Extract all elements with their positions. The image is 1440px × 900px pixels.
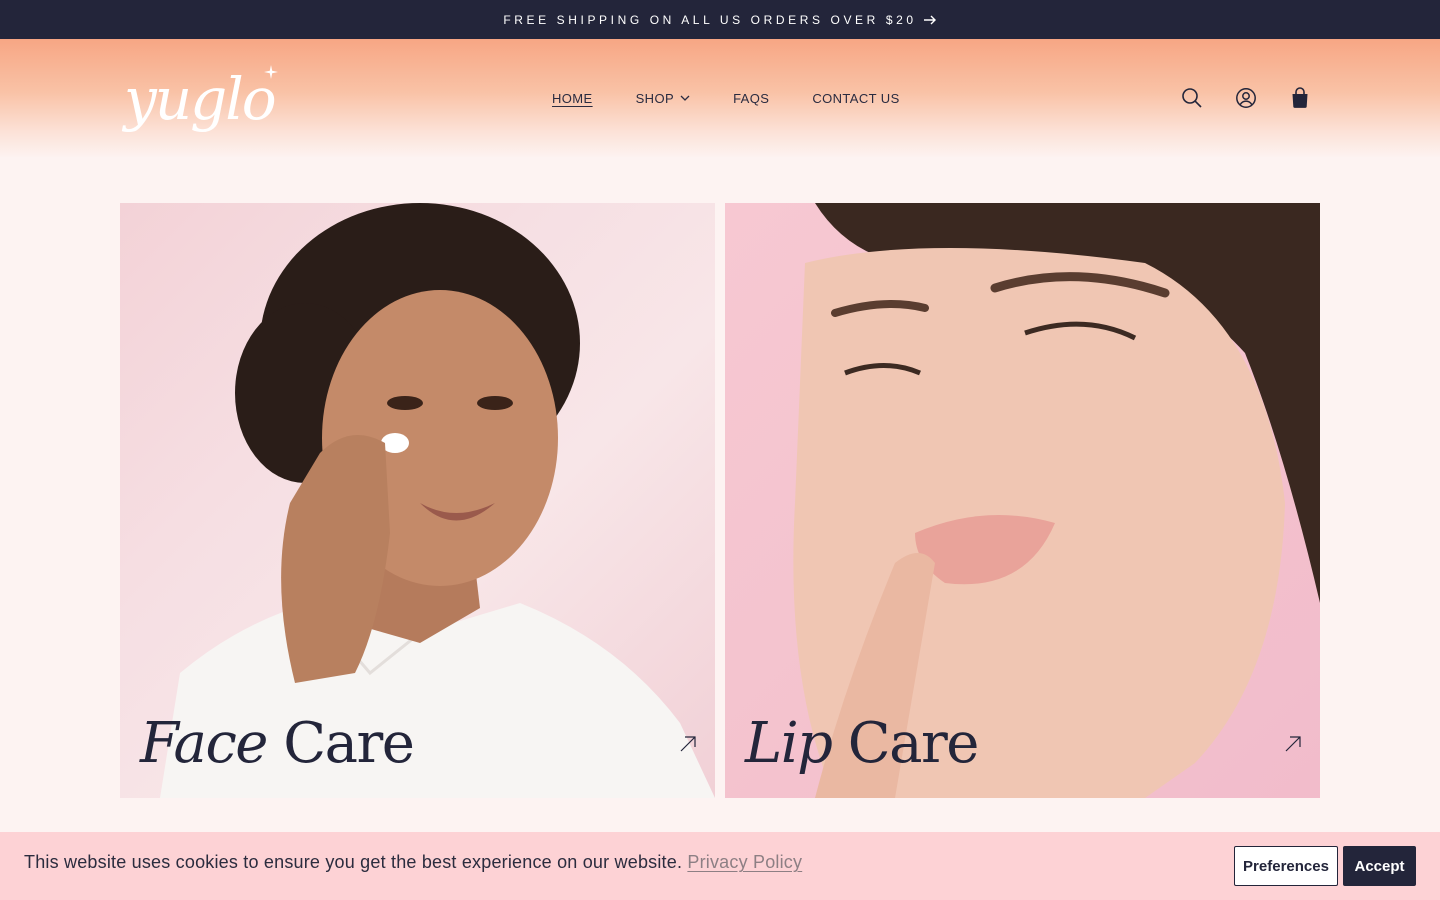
site-header: yuglo HOME SHOP FAQS CONTACT US — [0, 39, 1440, 157]
nav-item-label: FAQS — [733, 90, 770, 106]
privacy-policy-link[interactable]: Privacy Policy — [687, 852, 802, 872]
cookie-message: This website uses cookies to ensure you … — [24, 852, 803, 872]
main-nav: HOME SHOP FAQS CONTACT US — [552, 39, 943, 157]
nav-item-label: HOME — [552, 90, 593, 106]
cart-icon[interactable] — [1288, 86, 1312, 110]
face-care-photo — [160, 203, 715, 798]
header-actions — [1180, 39, 1312, 157]
nav-item-label: CONTACT US — [812, 90, 900, 106]
chevron-down-icon — [680, 95, 690, 101]
card-title: Lip Care — [745, 711, 979, 776]
announcement-text: FREE SHIPPING ON ALL US ORDERS OVER $20 — [503, 12, 917, 27]
nav-item-faqs[interactable]: FAQS — [733, 91, 769, 106]
cookie-banner: This website uses cookies to ensure you … — [0, 832, 1440, 900]
arrow-right-icon — [923, 15, 937, 25]
arrow-up-right-icon — [679, 735, 697, 758]
nav-item-contact-us[interactable]: CONTACT US — [812, 91, 899, 106]
announcement-bar[interactable]: FREE SHIPPING ON ALL US ORDERS OVER $20 — [0, 0, 1440, 39]
category-card-lip-care[interactable]: Lip Care — [725, 203, 1320, 798]
nav-item-shop[interactable]: SHOP — [636, 91, 690, 106]
arrow-up-right-icon — [1284, 735, 1302, 758]
category-card-face-care[interactable]: Face Care — [120, 203, 715, 798]
nav-item-home[interactable]: HOME — [552, 91, 593, 106]
logo-wordmark: yuglo — [124, 65, 277, 133]
nav-item-label: SHOP — [635, 90, 675, 106]
preferences-button[interactable]: Preferences — [1234, 846, 1338, 886]
accept-button[interactable]: Accept — [1343, 846, 1416, 886]
card-title: Face Care — [140, 711, 415, 776]
brand-logo[interactable]: yuglo — [124, 63, 280, 135]
sparkle-icon — [264, 65, 278, 79]
account-icon[interactable] — [1234, 86, 1258, 110]
search-icon[interactable] — [1180, 86, 1204, 110]
lip-care-photo — [793, 203, 1320, 798]
